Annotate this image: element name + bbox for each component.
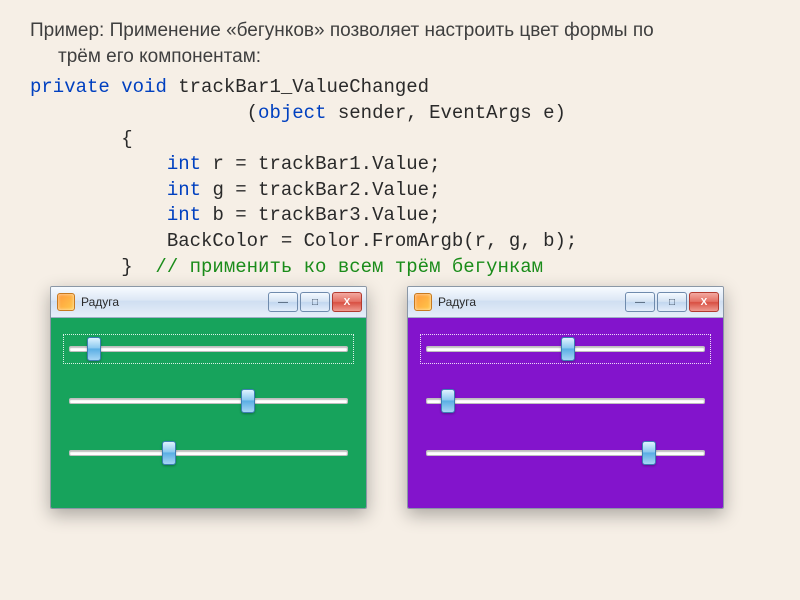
window-title: Радуга (438, 295, 625, 309)
window-buttons: — □ X (625, 292, 719, 312)
code-comment: // применить ко всем трём бегункам (155, 256, 543, 278)
trackbar-track (69, 346, 348, 352)
titlebar[interactable]: Радуга — □ X (51, 287, 366, 318)
kw-void: void (121, 76, 167, 98)
app-icon (57, 293, 75, 311)
app-icon (414, 293, 432, 311)
trackbar-track (69, 398, 348, 404)
maximize-button[interactable]: □ (657, 292, 687, 312)
close-button[interactable]: X (689, 292, 719, 312)
indent-b (30, 204, 167, 226)
trackbar-g[interactable] (69, 384, 348, 418)
trackbar-thumb[interactable] (162, 441, 176, 465)
params-mid: sender, EventArgs e) (326, 102, 565, 124)
minimize-button[interactable]: — (625, 292, 655, 312)
kw-object: object (258, 102, 326, 124)
line-r: r = trackBar1.Value; (201, 153, 440, 175)
maximize-button[interactable]: □ (300, 292, 330, 312)
indent-r (30, 153, 167, 175)
kw-private: private (30, 76, 110, 98)
minimize-button[interactable]: — (268, 292, 298, 312)
form-window-purple: Радуга — □ X (407, 286, 724, 509)
windows-row: Радуга — □ X Р (0, 280, 800, 509)
trackbar-r[interactable] (69, 332, 348, 366)
close-button[interactable]: X (332, 292, 362, 312)
kw-int-g: int (167, 179, 201, 201)
trackbar-track (426, 398, 705, 404)
form-window-green: Радуга — □ X (50, 286, 367, 509)
client-area (51, 318, 366, 508)
line-g: g = trackBar2.Value; (201, 179, 440, 201)
line-backcolor: BackColor = Color.FromArgb(r, g, b); (30, 230, 577, 252)
brace-close: } (30, 256, 155, 278)
trackbar-thumb[interactable] (241, 389, 255, 413)
minimize-icon: — (635, 297, 645, 308)
close-icon: X (701, 297, 708, 308)
trackbar-r[interactable] (426, 332, 705, 366)
intro-text: Пример: Применение «бегунков» позволяет … (0, 0, 800, 71)
code-block: private void trackBar1_ValueChanged (obj… (0, 71, 800, 280)
intro-line2: трём его компонентам: (30, 44, 770, 70)
intro-line1: Пример: Применение «бегунков» позволяет … (30, 20, 654, 41)
params-prefix: ( (30, 102, 258, 124)
minimize-icon: — (278, 297, 288, 308)
trackbar-b[interactable] (69, 436, 348, 470)
indent-g (30, 179, 167, 201)
trackbar-track (426, 450, 705, 456)
close-icon: X (344, 297, 351, 308)
brace-open: { (30, 128, 133, 150)
line-b: b = trackBar3.Value; (201, 204, 440, 226)
window-title: Радуга (81, 295, 268, 309)
titlebar[interactable]: Радуга — □ X (408, 287, 723, 318)
maximize-icon: □ (312, 297, 318, 308)
maximize-icon: □ (669, 297, 675, 308)
kw-int-r: int (167, 153, 201, 175)
kw-int-b: int (167, 204, 201, 226)
trackbar-b[interactable] (426, 436, 705, 470)
method-name: trackBar1_ValueChanged (167, 76, 429, 98)
window-buttons: — □ X (268, 292, 362, 312)
trackbar-thumb[interactable] (87, 337, 101, 361)
trackbar-thumb[interactable] (441, 389, 455, 413)
trackbar-thumb[interactable] (561, 337, 575, 361)
trackbar-track (69, 450, 348, 456)
client-area (408, 318, 723, 508)
trackbar-thumb[interactable] (642, 441, 656, 465)
trackbar-g[interactable] (426, 384, 705, 418)
